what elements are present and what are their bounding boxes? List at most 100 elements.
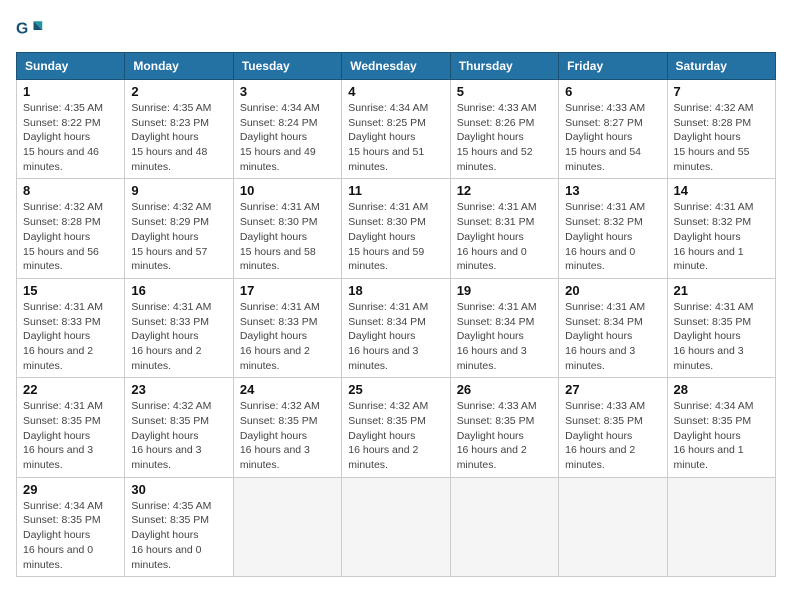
day-info: Sunrise: 4:31 AMSunset: 8:33 PMDaylight … bbox=[240, 300, 335, 373]
calendar-cell bbox=[342, 477, 450, 576]
day-number: 15 bbox=[23, 283, 118, 298]
calendar-cell: 5 Sunrise: 4:33 AMSunset: 8:26 PMDaylight… bbox=[450, 80, 558, 179]
calendar-cell bbox=[450, 477, 558, 576]
day-info: Sunrise: 4:31 AMSunset: 8:32 PMDaylight … bbox=[674, 200, 769, 273]
calendar-cell: 30 Sunrise: 4:35 AMSunset: 8:35 PMDayligh… bbox=[125, 477, 233, 576]
calendar-cell: 23 Sunrise: 4:32 AMSunset: 8:35 PMDayligh… bbox=[125, 378, 233, 477]
calendar-cell: 15 Sunrise: 4:31 AMSunset: 8:33 PMDayligh… bbox=[17, 278, 125, 377]
day-number: 20 bbox=[565, 283, 660, 298]
day-info: Sunrise: 4:35 AMSunset: 8:35 PMDaylight … bbox=[131, 499, 226, 572]
day-info: Sunrise: 4:32 AMSunset: 8:35 PMDaylight … bbox=[131, 399, 226, 472]
day-number: 19 bbox=[457, 283, 552, 298]
day-info: Sunrise: 4:35 AMSunset: 8:22 PMDaylight … bbox=[23, 101, 118, 174]
day-number: 11 bbox=[348, 183, 443, 198]
day-info: Sunrise: 4:31 AMSunset: 8:30 PMDaylight … bbox=[240, 200, 335, 273]
calendar-cell: 18 Sunrise: 4:31 AMSunset: 8:34 PMDayligh… bbox=[342, 278, 450, 377]
calendar-cell: 2 Sunrise: 4:35 AMSunset: 8:23 PMDaylight… bbox=[125, 80, 233, 179]
col-header-wednesday: Wednesday bbox=[342, 53, 450, 80]
day-info: Sunrise: 4:31 AMSunset: 8:32 PMDaylight … bbox=[565, 200, 660, 273]
day-info: Sunrise: 4:31 AMSunset: 8:34 PMDaylight … bbox=[348, 300, 443, 373]
day-info: Sunrise: 4:32 AMSunset: 8:29 PMDaylight … bbox=[131, 200, 226, 273]
calendar-cell: 11Sunrise: 4:31 AMSunset: 8:30 PMDayligh… bbox=[342, 179, 450, 278]
day-number: 23 bbox=[131, 382, 226, 397]
col-header-monday: Monday bbox=[125, 53, 233, 80]
calendar-cell bbox=[667, 477, 775, 576]
calendar-cell: 3 Sunrise: 4:34 AMSunset: 8:24 PMDaylight… bbox=[233, 80, 341, 179]
day-number: 18 bbox=[348, 283, 443, 298]
calendar-header-row: SundayMondayTuesdayWednesdayThursdayFrid… bbox=[17, 53, 776, 80]
day-number: 29 bbox=[23, 482, 118, 497]
day-info: Sunrise: 4:34 AMSunset: 8:35 PMDaylight … bbox=[23, 499, 118, 572]
day-info: Sunrise: 4:34 AMSunset: 8:24 PMDaylight … bbox=[240, 101, 335, 174]
day-number: 14 bbox=[674, 183, 769, 198]
day-number: 26 bbox=[457, 382, 552, 397]
calendar-cell: 10 Sunrise: 4:31 AMSunset: 8:30 PMDayligh… bbox=[233, 179, 341, 278]
col-header-tuesday: Tuesday bbox=[233, 53, 341, 80]
day-number: 27 bbox=[565, 382, 660, 397]
calendar-table: SundayMondayTuesdayWednesdayThursdayFrid… bbox=[16, 52, 776, 577]
day-number: 7 bbox=[674, 84, 769, 99]
calendar-cell: 28 Sunrise: 4:34 AMSunset: 8:35 PMDayligh… bbox=[667, 378, 775, 477]
calendar-cell bbox=[233, 477, 341, 576]
calendar-cell: 4 Sunrise: 4:34 AMSunset: 8:25 PMDaylight… bbox=[342, 80, 450, 179]
calendar-cell: 24Sunrise: 4:32 AMSunset: 8:35 PMDayligh… bbox=[233, 378, 341, 477]
calendar-cell: 25 Sunrise: 4:32 AMSunset: 8:35 PMDayligh… bbox=[342, 378, 450, 477]
week-row-2: 8Sunrise: 4:32 AMSunset: 8:28 PMDaylight… bbox=[17, 179, 776, 278]
svg-text:G: G bbox=[16, 21, 28, 38]
day-number: 9 bbox=[131, 183, 226, 198]
calendar-cell: 1 Sunrise: 4:35 AMSunset: 8:22 PMDaylight… bbox=[17, 80, 125, 179]
day-number: 6 bbox=[565, 84, 660, 99]
calendar-cell: 12Sunrise: 4:31 AMSunset: 8:31 PMDayligh… bbox=[450, 179, 558, 278]
day-info: Sunrise: 4:31 AMSunset: 8:31 PMDaylight … bbox=[457, 200, 552, 273]
day-number: 10 bbox=[240, 183, 335, 198]
day-info: Sunrise: 4:33 AMSunset: 8:35 PMDaylight … bbox=[565, 399, 660, 472]
calendar-cell: 16 Sunrise: 4:31 AMSunset: 8:33 PMDayligh… bbox=[125, 278, 233, 377]
day-number: 2 bbox=[131, 84, 226, 99]
col-header-sunday: Sunday bbox=[17, 53, 125, 80]
day-number: 30 bbox=[131, 482, 226, 497]
day-number: 4 bbox=[348, 84, 443, 99]
calendar-cell: 17 Sunrise: 4:31 AMSunset: 8:33 PMDayligh… bbox=[233, 278, 341, 377]
day-number: 3 bbox=[240, 84, 335, 99]
week-row-3: 15 Sunrise: 4:31 AMSunset: 8:33 PMDayligh… bbox=[17, 278, 776, 377]
day-number: 5 bbox=[457, 84, 552, 99]
col-header-friday: Friday bbox=[559, 53, 667, 80]
calendar-cell: 14 Sunrise: 4:31 AMSunset: 8:32 PMDayligh… bbox=[667, 179, 775, 278]
day-info: Sunrise: 4:32 AMSunset: 8:35 PMDaylight … bbox=[240, 399, 335, 472]
calendar-cell: 19Sunrise: 4:31 AMSunset: 8:34 PMDayligh… bbox=[450, 278, 558, 377]
day-info: Sunrise: 4:31 AMSunset: 8:33 PMDaylight … bbox=[23, 300, 118, 373]
calendar-cell: 7 Sunrise: 4:32 AMSunset: 8:28 PMDaylight… bbox=[667, 80, 775, 179]
day-info: Sunrise: 4:34 AMSunset: 8:25 PMDaylight … bbox=[348, 101, 443, 174]
logo: G bbox=[16, 16, 48, 44]
calendar-cell: 21Sunrise: 4:31 AMSunset: 8:35 PMDayligh… bbox=[667, 278, 775, 377]
day-info: Sunrise: 4:33 AMSunset: 8:26 PMDaylight … bbox=[457, 101, 552, 174]
day-number: 28 bbox=[674, 382, 769, 397]
day-info: Sunrise: 4:34 AMSunset: 8:35 PMDaylight … bbox=[674, 399, 769, 472]
calendar-cell: 8Sunrise: 4:32 AMSunset: 8:28 PMDaylight… bbox=[17, 179, 125, 278]
day-number: 16 bbox=[131, 283, 226, 298]
day-info: Sunrise: 4:33 AMSunset: 8:35 PMDaylight … bbox=[457, 399, 552, 472]
day-info: Sunrise: 4:35 AMSunset: 8:23 PMDaylight … bbox=[131, 101, 226, 174]
week-row-1: 1 Sunrise: 4:35 AMSunset: 8:22 PMDaylight… bbox=[17, 80, 776, 179]
day-number: 25 bbox=[348, 382, 443, 397]
day-number: 22 bbox=[23, 382, 118, 397]
day-number: 13 bbox=[565, 183, 660, 198]
page-header: G bbox=[16, 16, 776, 44]
col-header-saturday: Saturday bbox=[667, 53, 775, 80]
calendar-cell: 22 Sunrise: 4:31 AMSunset: 8:35 PMDayligh… bbox=[17, 378, 125, 477]
day-number: 17 bbox=[240, 283, 335, 298]
week-row-4: 22 Sunrise: 4:31 AMSunset: 8:35 PMDayligh… bbox=[17, 378, 776, 477]
calendar-cell: 6 Sunrise: 4:33 AMSunset: 8:27 PMDaylight… bbox=[559, 80, 667, 179]
calendar-cell: 13 Sunrise: 4:31 AMSunset: 8:32 PMDayligh… bbox=[559, 179, 667, 278]
day-info: Sunrise: 4:32 AMSunset: 8:28 PMDaylight … bbox=[23, 200, 118, 273]
calendar-cell: 9 Sunrise: 4:32 AMSunset: 8:29 PMDaylight… bbox=[125, 179, 233, 278]
day-number: 1 bbox=[23, 84, 118, 99]
col-header-thursday: Thursday bbox=[450, 53, 558, 80]
day-info: Sunrise: 4:31 AMSunset: 8:34 PMDaylight … bbox=[565, 300, 660, 373]
day-info: Sunrise: 4:31 AMSunset: 8:35 PMDaylight … bbox=[23, 399, 118, 472]
day-info: Sunrise: 4:32 AMSunset: 8:28 PMDaylight … bbox=[674, 101, 769, 174]
day-info: Sunrise: 4:31 AMSunset: 8:33 PMDaylight … bbox=[131, 300, 226, 373]
day-info: Sunrise: 4:32 AMSunset: 8:35 PMDaylight … bbox=[348, 399, 443, 472]
day-info: Sunrise: 4:31 AMSunset: 8:35 PMDaylight … bbox=[674, 300, 769, 373]
day-info: Sunrise: 4:33 AMSunset: 8:27 PMDaylight … bbox=[565, 101, 660, 174]
